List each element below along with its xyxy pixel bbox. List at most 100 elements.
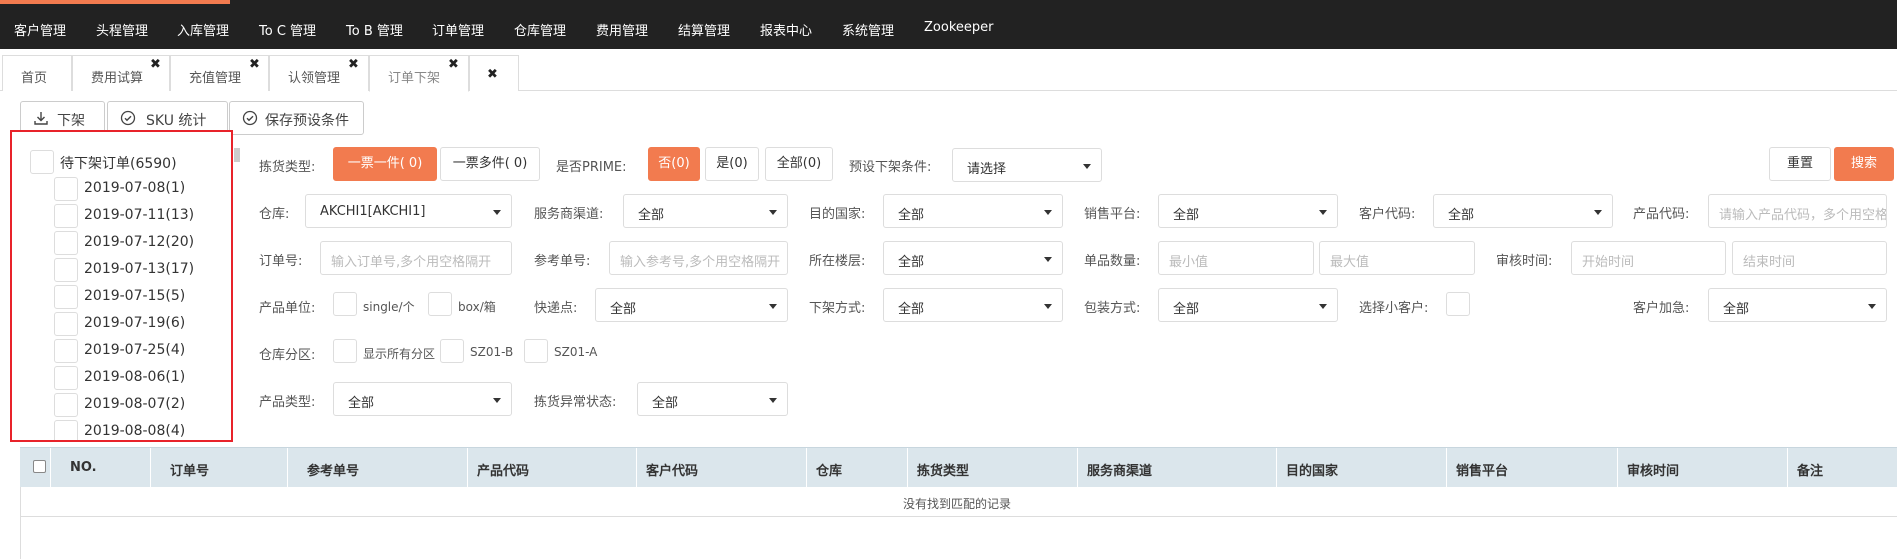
tree-scrollbar[interactable] <box>234 148 240 162</box>
tree-node-checkbox[interactable] <box>54 258 78 282</box>
tree-node-checkbox[interactable] <box>54 366 78 390</box>
column-header-remark[interactable]: 备注 <box>1797 460 1823 479</box>
column-header-customer-code[interactable]: 客户代码 <box>646 460 698 479</box>
column-header-platform[interactable]: 销售平台 <box>1456 460 1508 479</box>
prime-no-button[interactable]: 否(0) <box>648 147 700 181</box>
column-header-warehouse[interactable]: 仓库 <box>816 460 842 479</box>
tree-node-label: 2019-08-08(4) <box>84 423 186 439</box>
tab-close-all[interactable]: ✖ <box>469 55 519 91</box>
audit-end-input[interactable]: 结束时间 <box>1732 241 1887 275</box>
audit-start-input[interactable]: 开始时间 <box>1571 241 1726 275</box>
small-customer-checkbox[interactable] <box>1446 292 1470 316</box>
product-code-input[interactable]: 请输入产品代码，多个用空格隔开 <box>1708 194 1887 228</box>
tree-node-checkbox[interactable] <box>54 339 78 363</box>
column-header-country[interactable]: 目的国家 <box>1286 460 1338 479</box>
tree-node-checkbox[interactable] <box>54 312 78 336</box>
exception-select[interactable]: 全部 <box>637 382 788 416</box>
qty-min-input[interactable]: 最小值 <box>1158 241 1314 275</box>
select-all-checkbox[interactable] <box>33 460 46 473</box>
order-no-input[interactable]: 输入订单号,多个用空格隔开 <box>320 241 512 275</box>
pack-label: 包装方式: <box>1084 301 1141 316</box>
ref-no-input[interactable]: 输入参考号,多个用空格隔开 <box>609 241 788 275</box>
product-code-placeholder: 请输入产品代码，多个用空格隔开 <box>1719 208 1887 223</box>
pick-type-label: 拣货类型: <box>259 160 316 175</box>
method-select[interactable]: 全部 <box>883 288 1063 322</box>
nav-item-first-leg[interactable]: 头程管理 <box>96 20 148 39</box>
tree-node-checkbox[interactable] <box>54 285 78 309</box>
check-circle-icon <box>242 110 258 126</box>
nav-item-to-c[interactable]: To C 管理 <box>259 20 316 39</box>
qty-max-input[interactable]: 最大值 <box>1319 241 1475 275</box>
tree-node-checkbox[interactable] <box>54 420 78 440</box>
urgent-label: 客户加急: <box>1633 301 1690 316</box>
platform-select[interactable]: 全部 <box>1158 194 1338 228</box>
reset-button[interactable]: 重置 <box>1769 147 1831 181</box>
ref-no-label: 参考单号: <box>534 254 591 269</box>
customer-code-select[interactable]: 全部 <box>1433 194 1613 228</box>
column-header-order-no[interactable]: 订单号 <box>170 460 209 479</box>
unit-single-checkbox[interactable] <box>333 292 357 316</box>
column-divider <box>1077 448 1078 488</box>
search-button[interactable]: 搜索 <box>1834 147 1894 181</box>
urgent-select[interactable]: 全部 <box>1708 288 1887 322</box>
save-preset-button[interactable]: 保存预设条件 <box>229 101 364 135</box>
column-divider <box>1787 448 1788 488</box>
tree-node-checkbox[interactable] <box>54 231 78 255</box>
warehouse-select[interactable]: AKCHI1[AKCHI1] <box>305 194 512 228</box>
column-header-no[interactable]: NO. <box>70 460 97 475</box>
nav-item-warehouse[interactable]: 仓库管理 <box>514 20 566 39</box>
tree-node-checkbox[interactable] <box>54 393 78 417</box>
nav-item-inbound[interactable]: 入库管理 <box>177 20 229 39</box>
tree-node-checkbox[interactable] <box>54 204 78 228</box>
zone-b-checkbox[interactable] <box>440 339 464 363</box>
zone-a-checkbox[interactable] <box>524 339 548 363</box>
nav-item-customer[interactable]: 客户管理 <box>14 20 66 39</box>
zone-label: 仓库分区: <box>259 348 316 363</box>
tab-recharge-label: 充值管理 <box>189 71 242 86</box>
column-header-pick-type[interactable]: 拣货类型 <box>917 460 969 479</box>
nav-item-zookeeper[interactable]: Zookeeper <box>924 20 993 35</box>
unit-box-checkbox[interactable] <box>428 292 452 316</box>
column-divider <box>50 448 51 488</box>
tab-fee-trial[interactable]: 费用试算 ✖ <box>72 55 170 91</box>
warehouse-label: 仓库: <box>259 207 290 222</box>
column-header-product-code[interactable]: 产品代码 <box>477 460 529 479</box>
floor-select[interactable]: 全部 <box>883 241 1063 275</box>
nav-item-orders[interactable]: 订单管理 <box>432 20 484 39</box>
tab-home[interactable]: 首页 <box>2 55 72 91</box>
prime-all-button[interactable]: 全部(0) <box>765 147 833 181</box>
nav-item-fees[interactable]: 费用管理 <box>596 20 648 39</box>
tab-recharge[interactable]: 充值管理 ✖ <box>170 55 269 91</box>
preset-select[interactable]: 请选择 <box>952 148 1102 182</box>
nav-item-to-b[interactable]: To B 管理 <box>346 20 403 39</box>
chevron-down-icon <box>1868 304 1876 309</box>
chevron-down-icon <box>769 210 777 215</box>
zone-all-checkbox[interactable] <box>333 339 357 363</box>
column-header-audit-time[interactable]: 审核时间 <box>1627 460 1679 479</box>
tab-order-offshelf[interactable]: 订单下架 ✖ <box>369 55 469 92</box>
tab-recharge-close-icon[interactable]: ✖ <box>249 57 260 72</box>
pick-single-button[interactable]: 一票一件( 0) <box>333 147 437 181</box>
tree-node-checkbox[interactable] <box>54 177 78 201</box>
tree-root-checkbox[interactable] <box>30 150 54 174</box>
tab-claim-close-icon[interactable]: ✖ <box>348 57 359 72</box>
express-select[interactable]: 全部 <box>595 288 788 322</box>
close-all-tabs-icon[interactable]: ✖ <box>487 67 498 82</box>
tab-order-offshelf-close-icon[interactable]: ✖ <box>448 57 459 72</box>
nav-item-reports[interactable]: 报表中心 <box>760 20 812 39</box>
pick-multi-button[interactable]: 一票多件( 0) <box>440 147 540 181</box>
tab-claim[interactable]: 认领管理 ✖ <box>269 55 369 91</box>
nav-item-system[interactable]: 系统管理 <box>842 20 894 39</box>
column-header-ref-no[interactable]: 参考单号 <box>307 460 359 479</box>
country-select[interactable]: 全部 <box>883 194 1063 228</box>
tab-fee-trial-close-icon[interactable]: ✖ <box>150 57 161 72</box>
product-type-select[interactable]: 全部 <box>333 382 512 416</box>
method-label: 下架方式: <box>809 301 866 316</box>
channel-select[interactable]: 全部 <box>623 194 788 228</box>
nav-item-settlement[interactable]: 结算管理 <box>678 20 730 39</box>
nav-accent-bar <box>0 0 230 4</box>
pack-select[interactable]: 全部 <box>1158 288 1338 322</box>
column-header-channel[interactable]: 服务商渠道 <box>1087 460 1152 479</box>
prime-yes-button[interactable]: 是(0) <box>705 147 759 181</box>
order-no-placeholder: 输入订单号,多个用空格隔开 <box>331 255 492 270</box>
